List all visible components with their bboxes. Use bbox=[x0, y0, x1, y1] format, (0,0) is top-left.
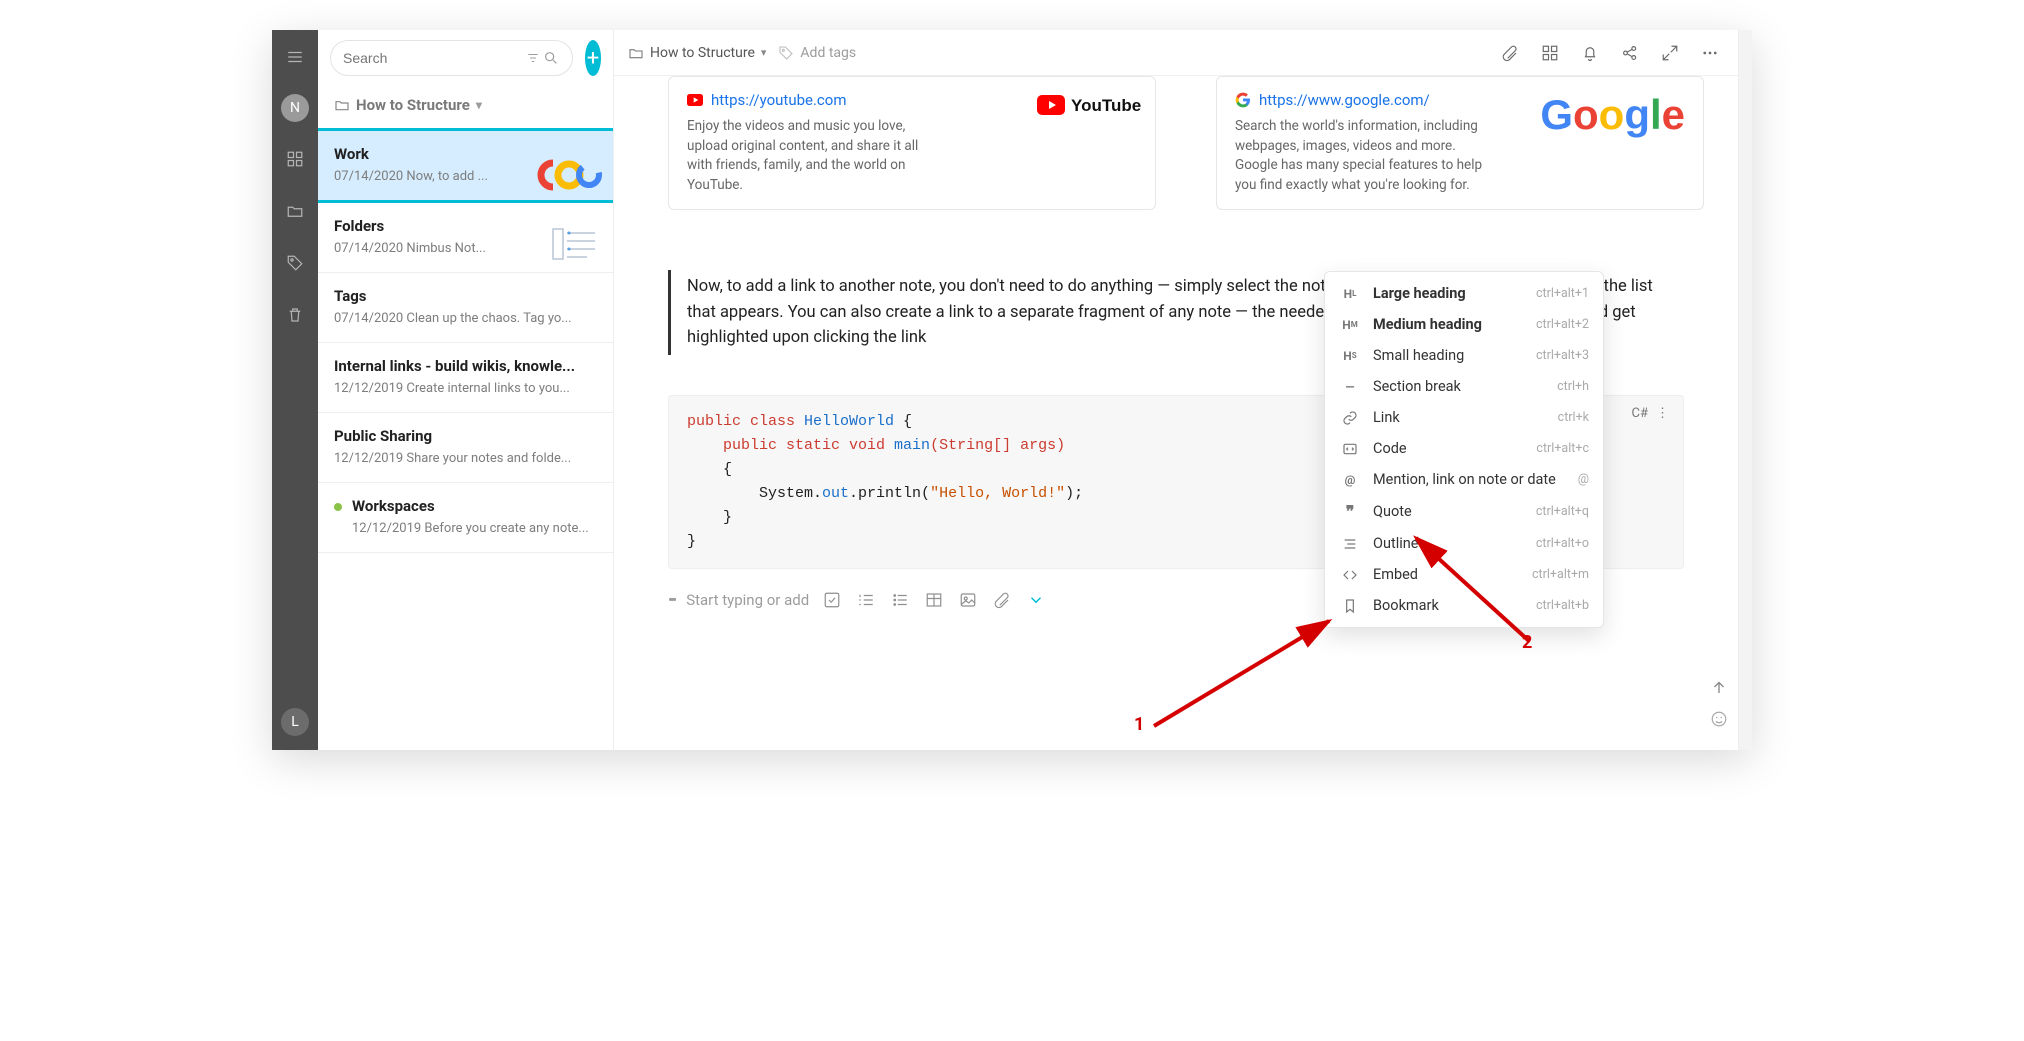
new-note-button[interactable]: + bbox=[585, 40, 601, 76]
note-list-sidebar: + How to Structure ▾ Work 07/14/2020 Now… bbox=[318, 30, 614, 750]
note-thumbnail bbox=[547, 217, 603, 273]
annotation-label-2: 2 bbox=[1522, 632, 1532, 653]
image-icon[interactable] bbox=[957, 589, 979, 611]
svg-text:YouTube: YouTube bbox=[1071, 96, 1141, 115]
menu-item-medium-heading[interactable]: HMMedium headingctrl+alt+2 bbox=[1325, 309, 1603, 340]
editor-breadcrumb[interactable]: How to Structure ▾ bbox=[628, 45, 766, 61]
more-blocks-chevron-icon[interactable] bbox=[1025, 589, 1047, 611]
menu-item-outline[interactable]: Outlinectrl+alt+o bbox=[1325, 528, 1603, 559]
link-card-url: https://www.google.com/ bbox=[1235, 91, 1489, 109]
share-icon[interactable] bbox=[1616, 39, 1644, 67]
annotation-label-1: 1 bbox=[1134, 714, 1144, 735]
note-list-item[interactable]: Public Sharing 12/12/2019 Share your not… bbox=[318, 413, 613, 483]
more-icon[interactable]: ⋮ bbox=[1656, 406, 1669, 421]
checklist-icon[interactable] bbox=[821, 589, 843, 611]
divider-icon: — bbox=[1339, 380, 1361, 394]
insert-block-menu: HLLarge headingctrl+alt+1 HMMedium headi… bbox=[1324, 271, 1604, 628]
note-meta: 12/12/2019 Before you create any note... bbox=[352, 521, 597, 536]
link-card-youtube[interactable]: https://youtube.com Enjoy the videos and… bbox=[668, 76, 1156, 210]
tag-icon[interactable] bbox=[280, 248, 310, 278]
note-title: Workspaces bbox=[352, 497, 597, 515]
bookmark-icon bbox=[1339, 598, 1361, 614]
quote-icon: ❞ bbox=[1339, 502, 1361, 521]
link-card-desc: Search the world's information, includin… bbox=[1235, 117, 1489, 195]
note-thumbnail bbox=[547, 145, 603, 201]
code-icon bbox=[1339, 441, 1361, 457]
link-card-desc: Enjoy the videos and music you love, upl… bbox=[687, 117, 941, 195]
menu-item-link[interactable]: Linkctrl+k bbox=[1325, 402, 1603, 433]
link-card-google[interactable]: https://www.google.com/ Search the world… bbox=[1216, 76, 1704, 210]
search-icon[interactable] bbox=[542, 50, 560, 66]
youtube-logo: YouTube bbox=[957, 91, 1137, 119]
note-meta: 12/12/2019 Create internal links to you.… bbox=[334, 381, 597, 396]
menu-item-bookmark[interactable]: Bookmarkctrl+alt+b bbox=[1325, 590, 1603, 621]
chevron-down-icon: ▾ bbox=[761, 46, 767, 59]
menu-icon[interactable] bbox=[280, 42, 310, 72]
menu-item-quote[interactable]: ❞Quotectrl+alt+q bbox=[1325, 495, 1603, 528]
embed-icon bbox=[1339, 567, 1361, 583]
apps-icon[interactable] bbox=[280, 144, 310, 174]
menu-item-embed[interactable]: Embedctrl+alt+m bbox=[1325, 559, 1603, 590]
more-icon[interactable] bbox=[1696, 39, 1724, 67]
editor-breadcrumb-label: How to Structure bbox=[650, 45, 755, 61]
drag-handle-icon[interactable]: ••• bbox=[668, 591, 674, 609]
menu-item-mention[interactable]: @Mention, link on note or date@ bbox=[1325, 464, 1603, 495]
search-field[interactable] bbox=[330, 40, 573, 76]
grid-view-icon[interactable] bbox=[1536, 39, 1564, 67]
note-list-item[interactable]: Folders 07/14/2020 Nimbus Not... bbox=[318, 203, 613, 273]
menu-item-large-heading[interactable]: HLLarge headingctrl+alt+1 bbox=[1325, 278, 1603, 309]
code-language-picker[interactable]: C# ⋮ bbox=[1632, 406, 1669, 421]
heading-medium-icon: HM bbox=[1339, 318, 1361, 332]
note-title: Tags bbox=[334, 287, 597, 305]
sidebar-breadcrumb[interactable]: How to Structure ▾ bbox=[318, 86, 613, 128]
note-list-item[interactable]: Internal links - build wikis, knowle... … bbox=[318, 343, 613, 413]
new-block-placeholder: Start typing or add bbox=[686, 591, 809, 609]
filter-icon[interactable] bbox=[524, 51, 542, 65]
numbered-list-icon[interactable] bbox=[855, 589, 877, 611]
menu-item-code[interactable]: Codectrl+alt+c bbox=[1325, 433, 1603, 464]
heading-small-icon: HS bbox=[1339, 349, 1361, 363]
editor-body: https://youtube.com Enjoy the videos and… bbox=[614, 76, 1738, 750]
menu-item-small-heading[interactable]: HSSmall headingctrl+alt+3 bbox=[1325, 340, 1603, 371]
link-card-url: https://youtube.com bbox=[687, 91, 941, 109]
heading-large-icon: HL bbox=[1339, 287, 1361, 301]
search-input[interactable] bbox=[343, 50, 524, 66]
emoji-icon[interactable] bbox=[1710, 710, 1728, 732]
folder-icon[interactable] bbox=[280, 196, 310, 226]
chevron-down-icon: ▾ bbox=[476, 98, 482, 112]
workspace-avatar[interactable]: N bbox=[281, 94, 309, 122]
note-meta: 07/14/2020 Clean up the chaos. Tag yo... bbox=[334, 311, 597, 326]
attachment-icon[interactable] bbox=[1496, 39, 1524, 67]
note-list-item[interactable]: Tags 07/14/2020 Clean up the chaos. Tag … bbox=[318, 273, 613, 343]
link-icon bbox=[1339, 410, 1361, 426]
sidebar-breadcrumb-label: How to Structure bbox=[356, 96, 470, 114]
editor-topbar: How to Structure ▾ Add tags bbox=[614, 30, 1738, 76]
google-logo: Google bbox=[1505, 91, 1685, 139]
at-icon: @ bbox=[1339, 473, 1361, 487]
add-tags-button[interactable]: Add tags bbox=[778, 45, 856, 61]
menu-item-section-break[interactable]: —Section breakctrl+h bbox=[1325, 371, 1603, 402]
user-avatar[interactable]: L bbox=[281, 708, 309, 736]
note-meta: 12/12/2019 Share your notes and folde... bbox=[334, 451, 597, 466]
outline-icon bbox=[1339, 536, 1361, 552]
note-list-item[interactable]: Work 07/14/2020 Now, to add ... bbox=[318, 128, 613, 203]
attachment-icon[interactable] bbox=[991, 589, 1013, 611]
expand-icon[interactable] bbox=[1656, 39, 1684, 67]
scroll-to-top-icon[interactable] bbox=[1710, 678, 1728, 700]
editor-pane: How to Structure ▾ Add tags bbox=[614, 30, 1738, 750]
note-list-item[interactable]: Workspaces 12/12/2019 Before you create … bbox=[318, 483, 613, 553]
vertical-scrollbar[interactable] bbox=[1738, 30, 1752, 750]
bell-icon[interactable] bbox=[1576, 39, 1604, 67]
annotation-arrow-1 bbox=[1134, 606, 1354, 746]
bullet-list-icon[interactable] bbox=[889, 589, 911, 611]
table-icon[interactable] bbox=[923, 589, 945, 611]
add-tags-label: Add tags bbox=[800, 45, 856, 61]
note-title: Internal links - build wikis, knowle... bbox=[334, 357, 597, 375]
note-title: Public Sharing bbox=[334, 427, 597, 445]
trash-icon[interactable] bbox=[280, 300, 310, 330]
app-rail: N L bbox=[272, 30, 318, 750]
